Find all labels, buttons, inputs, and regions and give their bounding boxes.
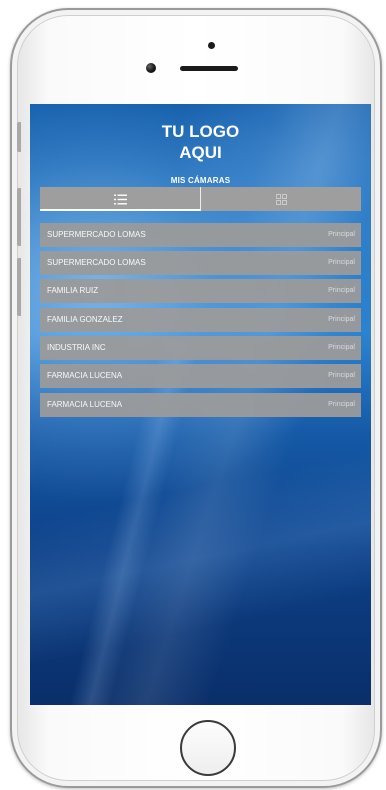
camera-group-label: Principal <box>328 231 355 238</box>
camera-list-item[interactable]: INDUSTRIA INC Principal <box>40 336 361 360</box>
camera-group-label: Principal <box>328 401 355 408</box>
camera-group-label: Principal <box>328 287 355 294</box>
app-screen: TU LOGO AQUI MIS CÁMARAS SUPERMERCADO LO… <box>30 104 371 705</box>
camera-group-label: Principal <box>328 344 355 351</box>
volume-up-button <box>17 188 21 246</box>
volume-down-button <box>17 258 21 316</box>
camera-list-item[interactable]: FARMACIA LUCENA Principal <box>40 364 361 388</box>
mute-switch <box>17 122 21 152</box>
page-title: MIS CÁMARAS <box>170 176 231 185</box>
camera-group-label: Principal <box>328 316 355 323</box>
camera-list-item[interactable]: FAMILIA RUIZ Principal <box>40 279 361 303</box>
grid-icon <box>275 193 287 205</box>
camera-list-item[interactable]: SUPERMERCADO LOMAS Principal <box>40 251 361 275</box>
camera-name: SUPERMERCADO LOMAS <box>47 258 146 267</box>
camera-name: SUPERMERCADO LOMAS <box>47 230 146 239</box>
camera-name: FAMILIA RUIZ <box>47 286 99 295</box>
camera-name: FAMILIA GONZALEZ <box>47 315 123 324</box>
camera-group-label: Principal <box>328 259 355 266</box>
camera-list-item[interactable]: SUPERMERCADO LOMAS Principal <box>40 223 361 247</box>
active-tab-indicator <box>40 209 200 211</box>
camera-group-label: Principal <box>328 372 355 379</box>
proximity-sensor <box>208 42 215 49</box>
camera-name: FARMACIA LUCENA <box>47 400 123 409</box>
front-camera <box>146 63 156 73</box>
camera-name: FARMACIA LUCENA <box>47 371 123 380</box>
home-button[interactable] <box>180 720 236 776</box>
view-toggle <box>40 187 361 211</box>
camera-list-item[interactable]: FAMILIA GONZALEZ Principal <box>40 308 361 332</box>
camera-name: INDUSTRIA INC <box>47 343 106 352</box>
tab-grid-view[interactable] <box>201 187 361 211</box>
list-icon <box>113 194 127 204</box>
camera-list-item[interactable]: FARMACIA LUCENA Principal <box>40 393 361 417</box>
tab-list-view[interactable] <box>40 187 200 211</box>
logo-text-line1: TU LOGO <box>161 122 240 141</box>
earpiece-speaker <box>180 66 238 71</box>
logo-text-line2: AQUI <box>179 143 222 162</box>
